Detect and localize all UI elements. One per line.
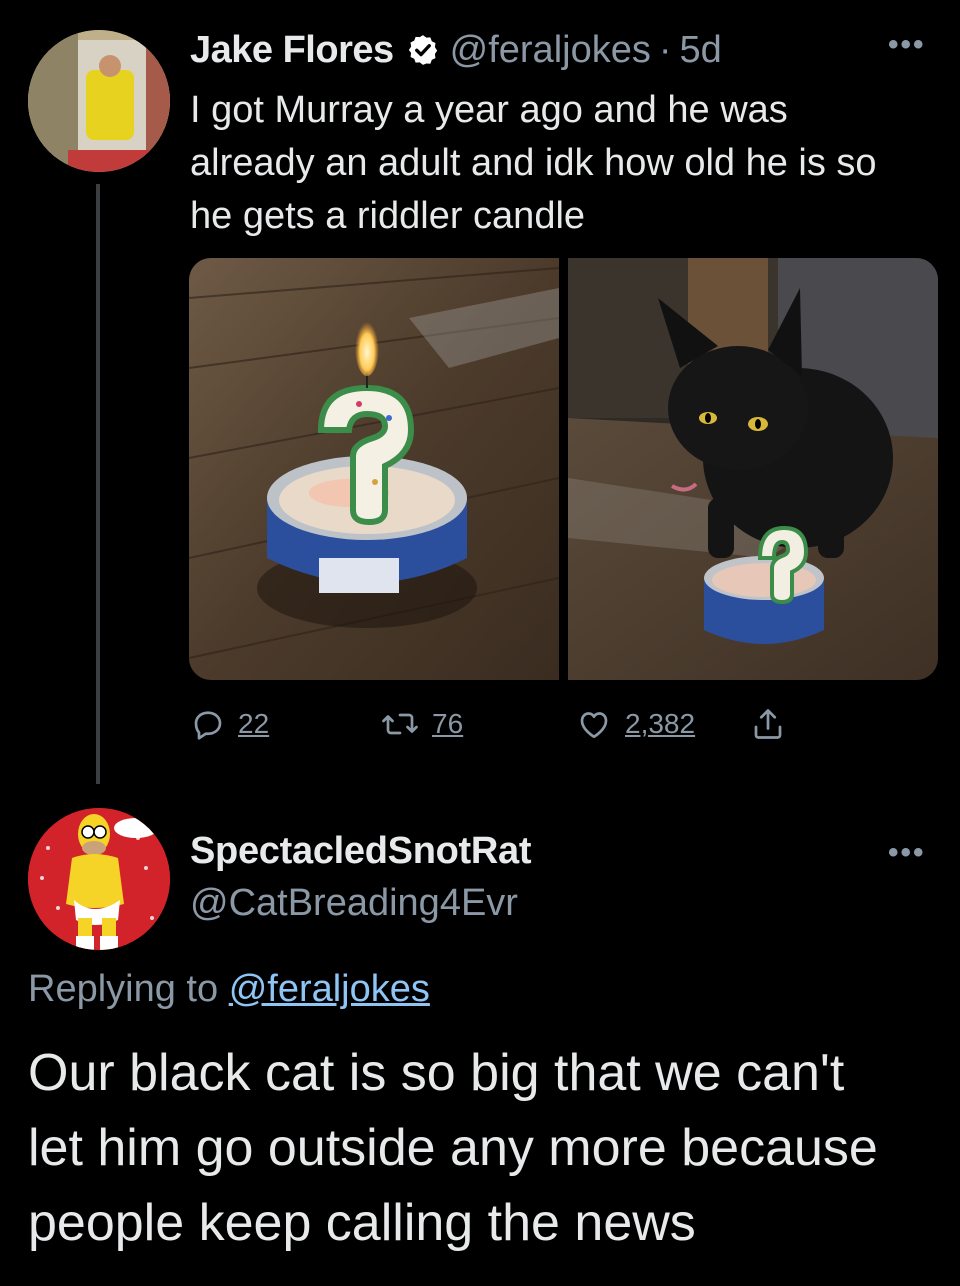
more-icon[interactable]: ••• [888, 28, 926, 62]
reply-author-avatar[interactable] [28, 808, 170, 950]
like-icon [580, 712, 608, 739]
photo-candle-can[interactable] [189, 258, 560, 680]
media-grid [189, 258, 938, 680]
avatar-cartoon-image [28, 808, 170, 950]
tweet-header: Jake Flores @feraljokes · 5d [190, 24, 722, 76]
like-count: 2,382 [625, 708, 696, 739]
tweet-text: I got Murray a year ago and he was alrea… [190, 84, 950, 243]
avatar-photo [28, 30, 170, 172]
replying-to-label: Replying to [28, 968, 219, 1010]
reply-author-handle[interactable]: @CatBreading4Evr [190, 882, 518, 925]
thread-line [96, 184, 100, 784]
reply-text-line: people keep calling the news [28, 1194, 696, 1252]
tweet-actions: 22 76 2,382 [190, 698, 830, 750]
tweet-text-line: I got Murray a year ago and he was [190, 89, 788, 131]
author-handle[interactable]: @feraljokes [450, 29, 651, 72]
tweet-text-line: already an adult and idk how old he is s… [190, 142, 877, 184]
photo-black-cat-image [568, 258, 938, 680]
author-name[interactable]: Jake Flores [190, 29, 394, 72]
like-button[interactable]: 2,382 [575, 706, 695, 742]
reply-tweet-text: Our black cat is so big that we can't le… [28, 1036, 953, 1261]
verified-badge-icon [408, 35, 437, 65]
reply-icon [194, 711, 222, 740]
photo-black-cat[interactable] [568, 258, 938, 680]
share-icon [754, 709, 782, 739]
reply-count: 22 [238, 708, 270, 739]
author-avatar[interactable] [28, 30, 170, 172]
retweet-button[interactable]: 76 [380, 706, 463, 742]
tweet-text-line: he gets a riddler candle [190, 195, 586, 237]
retweet-icon [382, 713, 418, 735]
separator-dot: · [658, 28, 672, 71]
replying-to: Replying to @feraljokes [28, 968, 430, 1011]
more-icon[interactable]: ••• [888, 836, 926, 870]
photo-candle-can-image [189, 258, 560, 680]
share-button[interactable] [750, 706, 786, 742]
reply-button[interactable]: 22 [190, 706, 269, 742]
reply-author-name[interactable]: SpectacledSnotRat [190, 830, 532, 873]
reply-text-line: let him go outside any more because [28, 1119, 878, 1177]
timestamp[interactable]: 5d [680, 29, 722, 72]
retweet-count: 76 [432, 708, 464, 739]
replying-to-mention[interactable]: @feraljokes [229, 968, 430, 1010]
reply-text-line: Our black cat is so big that we can't [28, 1044, 845, 1102]
